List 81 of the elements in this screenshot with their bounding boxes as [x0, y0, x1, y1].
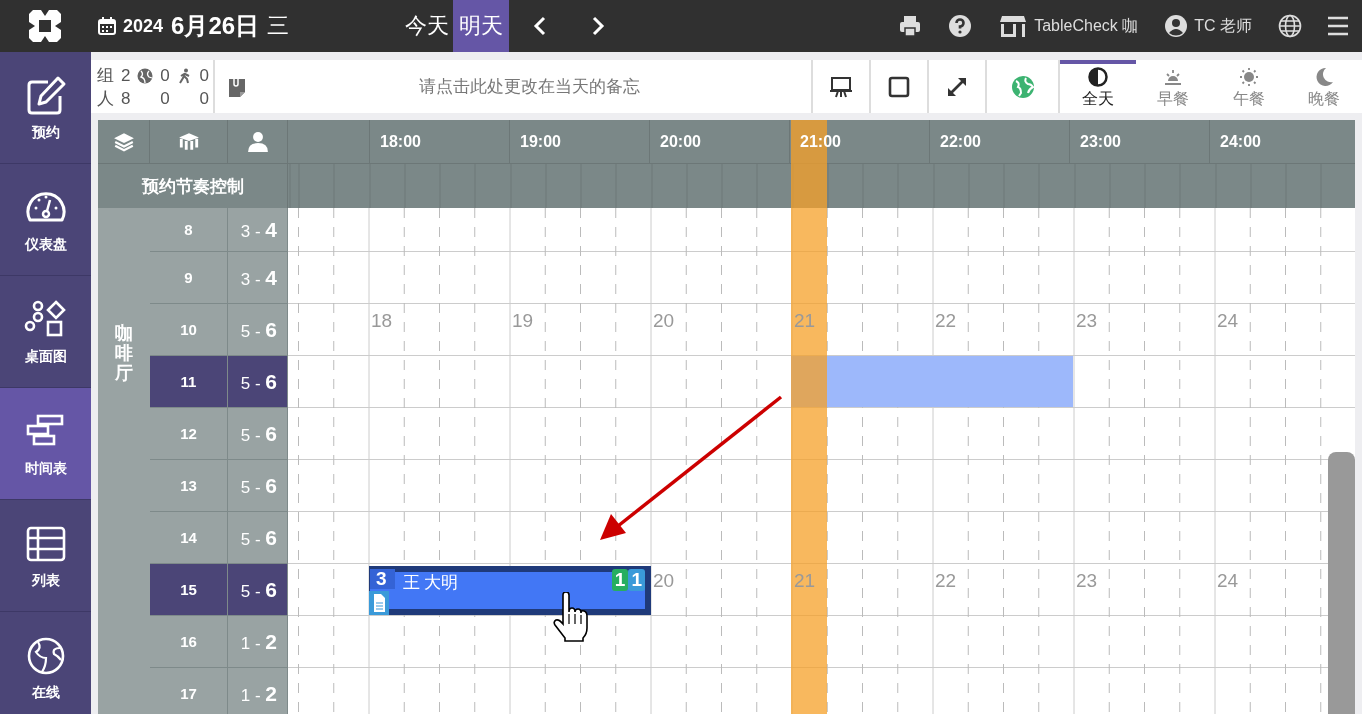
capacity-cell: 3 - 4: [228, 208, 288, 252]
capacity-cell: 1 - 2: [228, 668, 288, 714]
globe-icon: [137, 67, 154, 84]
sun-icon: [1238, 67, 1259, 87]
hand-cursor-icon: [553, 592, 589, 642]
stat-value: 2: [120, 65, 132, 86]
hour-watermark: 23: [1076, 310, 1098, 332]
hour-watermark: 20: [653, 570, 675, 592]
stat-value: 0: [160, 65, 171, 86]
store-name[interactable]: TableCheck 咖: [1034, 15, 1139, 37]
area-label: 咖啡厅: [98, 208, 150, 714]
language-icon[interactable]: [1278, 14, 1302, 38]
hour-watermark: 20: [653, 310, 675, 332]
hour-label: 20:00: [660, 132, 701, 151]
capacity-cell: 5 - 6: [228, 356, 288, 408]
stat-value: 0: [199, 88, 211, 109]
table-number-cell[interactable]: 15: [150, 564, 228, 616]
sidebar-item[interactable]: 仪表盘: [0, 164, 91, 276]
stat-value: 0: [199, 65, 211, 86]
hour-watermark: 22: [935, 570, 957, 592]
day-tab[interactable]: 今天: [401, 0, 454, 52]
moon-icon: [1314, 67, 1335, 87]
presentation-board-icon: [829, 74, 853, 99]
hour-watermark: 23: [1076, 570, 1098, 592]
half-circle-icon: [1087, 67, 1108, 87]
hour-watermark: 18: [371, 310, 393, 332]
hour-watermark: 24: [1217, 310, 1239, 332]
stat-value: 8: [120, 88, 132, 109]
sidebar-item[interactable]: 列表: [0, 500, 91, 612]
capacity-cell: 1 - 2: [228, 616, 288, 668]
hour-watermark: 24: [1217, 570, 1239, 592]
capacity-cell: 3 - 4: [228, 252, 288, 304]
stat-label: 人: [97, 88, 115, 110]
sidebar-item[interactable]: 时间表: [0, 388, 91, 500]
day-tab[interactable]: 明天: [453, 0, 510, 52]
stat-value: 0: [160, 88, 171, 109]
capacity-cell: 5 - 6: [228, 564, 288, 616]
capacity-cell: 5 - 6: [228, 408, 288, 460]
table-number-cell[interactable]: 11: [150, 356, 228, 408]
hour-label: 19:00: [520, 132, 561, 151]
next-icon[interactable]: [591, 16, 606, 36]
person-icon: [246, 130, 269, 153]
pacing-control-label[interactable]: 预约节奏控制: [98, 164, 287, 208]
stat-label: 组: [97, 65, 115, 87]
print-icon[interactable]: [898, 14, 923, 38]
sunrise-icon: [1163, 67, 1184, 87]
count-badge: 1: [628, 569, 645, 591]
table-icon: [177, 130, 200, 153]
previous-icon[interactable]: [533, 16, 548, 36]
capacity-cell: 5 - 6: [228, 304, 288, 356]
weekday-label: 三: [267, 12, 290, 40]
square-icon: [887, 74, 911, 99]
reservation-block[interactable]: 3 王 大明 1 1: [369, 566, 651, 615]
hour-label: 22:00: [940, 132, 981, 151]
hour-watermark: 21: [794, 310, 816, 332]
calendar-icon[interactable]: [97, 15, 117, 37]
hour-watermark: 22: [935, 310, 957, 332]
user-name[interactable]: TC 老师: [1194, 15, 1252, 37]
hour-watermark: 19: [512, 310, 534, 332]
sidebar-item[interactable]: 预约: [0, 52, 91, 164]
hour-label: 24:00: [1220, 132, 1261, 151]
globe-icon: [1010, 74, 1035, 99]
guest-name: 王 大明: [402, 572, 459, 594]
store-icon[interactable]: [998, 14, 1029, 38]
menu-icon[interactable]: [1326, 14, 1350, 38]
capacity-cell: 5 - 6: [228, 512, 288, 564]
hour-label: 23:00: [1080, 132, 1121, 151]
sidebar-item[interactable]: 在线: [0, 612, 91, 714]
help-icon[interactable]: [948, 14, 973, 38]
memo-field[interactable]: 请点击此处更改在当天的备忘: [247, 75, 811, 98]
capacity-cell: 5 - 6: [228, 460, 288, 512]
user-icon[interactable]: [1164, 14, 1189, 38]
hour-label: 21:00: [800, 132, 841, 151]
scrollbar[interactable]: [1328, 452, 1355, 714]
count-badge: 1: [611, 569, 629, 591]
date-year: 2024: [123, 15, 164, 37]
date-label[interactable]: 6月26日: [171, 10, 260, 42]
hour-label: 18:00: [380, 132, 421, 151]
layers-icon: [112, 130, 135, 153]
guest-count: 3: [370, 569, 395, 589]
hour-watermark: 21: [794, 570, 816, 592]
